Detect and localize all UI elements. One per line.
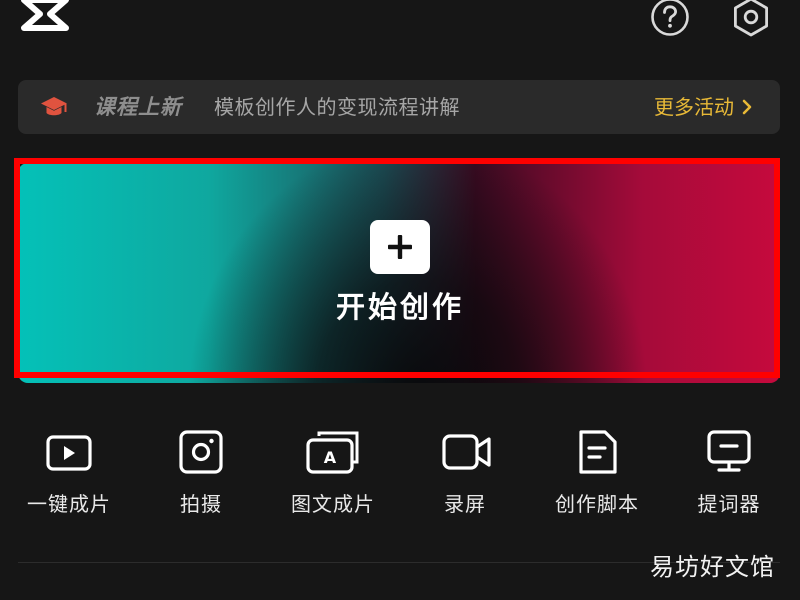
svg-text:A: A [324, 448, 337, 467]
tool-label: 提词器 [697, 492, 761, 516]
tools-row: 一键成片 拍摄 A 图文成片 录屏 创作脚本 提词器 [0, 425, 800, 525]
chevron-right-icon [742, 99, 752, 115]
tool-label: 创作脚本 [555, 492, 639, 516]
play-box-icon [46, 435, 92, 471]
tool-label: 一键成片 [27, 492, 111, 516]
teleprompter-icon [707, 430, 751, 472]
course-description: 模板创作人的变现流程讲解 [214, 95, 460, 119]
more-events-label: 更多活动 [654, 95, 734, 119]
watermark-text: 易坊好文馆 [650, 553, 775, 581]
gear-icon [734, 0, 768, 37]
camera-icon [179, 430, 223, 474]
tool-teleprompter[interactable]: 提词器 [664, 425, 794, 525]
text-image-icon: A [306, 431, 359, 474]
tool-label: 图文成片 [291, 492, 375, 516]
script-doc-icon [579, 430, 617, 474]
tool-label: 录屏 [444, 492, 486, 516]
settings-button[interactable] [730, 0, 772, 38]
home-screen: 课程上新 模板创作人的变现流程讲解 更多活动 开始创作 一键成片 拍摄 A 图文… [0, 0, 800, 600]
start-create-label[interactable]: 开始创作 [0, 288, 800, 326]
capcut-logo-icon [20, 0, 70, 34]
course-tag: 课程上新 [94, 95, 182, 119]
question-circle-icon [651, 0, 689, 36]
tool-create-script[interactable]: 创作脚本 [532, 425, 662, 525]
plus-icon[interactable] [370, 220, 430, 274]
tool-text-to-video[interactable]: A 图文成片 [268, 425, 398, 525]
graduation-cap-icon [41, 97, 67, 116]
tool-shoot[interactable]: 拍摄 [136, 425, 266, 525]
video-camera-icon [442, 434, 491, 470]
tool-label: 拍摄 [180, 492, 222, 516]
help-button[interactable] [650, 0, 690, 37]
more-events-link[interactable]: 更多活动 [654, 93, 756, 121]
tool-one-click-video[interactable]: 一键成片 [4, 425, 134, 525]
tool-screen-record[interactable]: 录屏 [400, 425, 530, 525]
course-banner[interactable]: 课程上新 模板创作人的变现流程讲解 更多活动 [18, 80, 780, 134]
